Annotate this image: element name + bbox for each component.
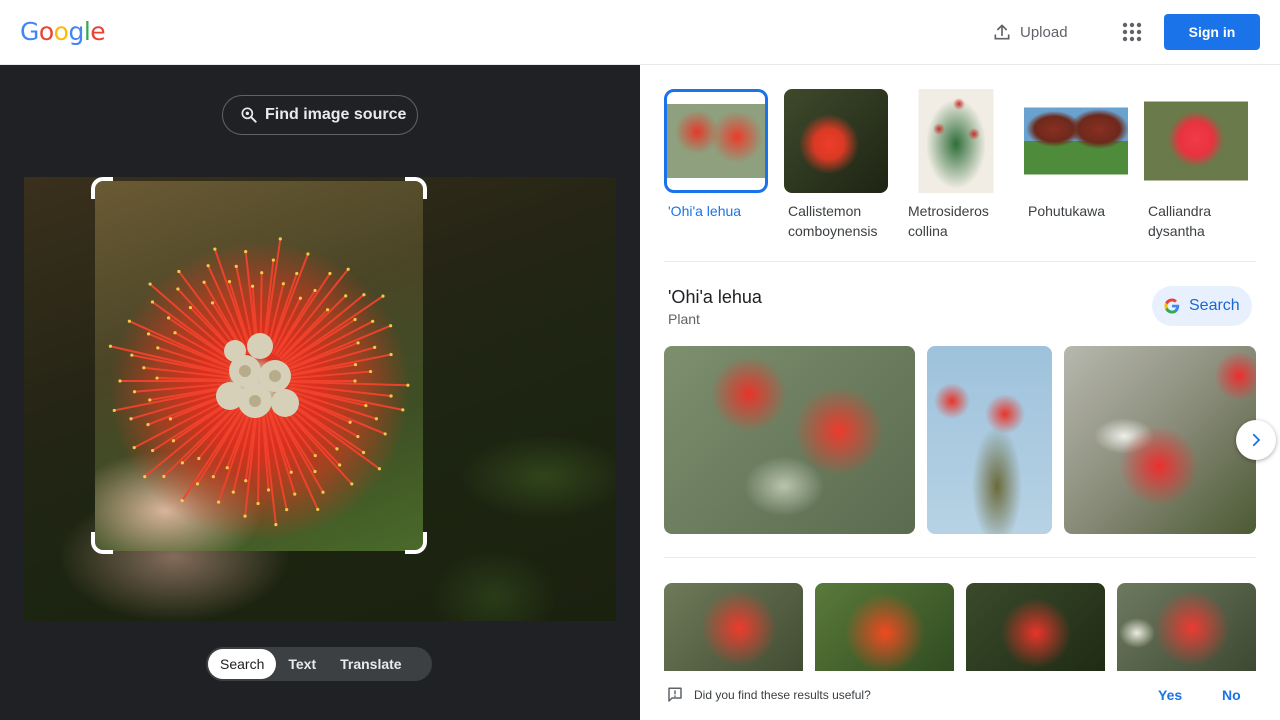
entity-label: 'Ohi'a lehua [668,203,742,219]
entity-thumbnail [664,89,768,193]
uploaded-photo[interactable] [24,177,616,621]
result-image[interactable] [1117,583,1256,683]
result-image[interactable] [664,583,803,683]
find-image-source-button[interactable]: Find image source [222,95,418,135]
upload-icon [994,24,1010,40]
top-header: Google Upload Sign in [0,0,1280,65]
crop-handle-top-left[interactable] [91,177,113,199]
section-divider [664,261,1256,262]
mode-translate-tab[interactable]: Translate [328,649,413,679]
apps-grid-icon[interactable] [1120,20,1144,44]
result-image[interactable] [966,583,1105,683]
knowledge-search-button[interactable]: Search [1152,286,1252,326]
entity-metrosideros-collina[interactable]: Metrosideros collina [904,89,1008,241]
results-pane: 'Ohi'a lehua Callistemon comboynensis Me… [640,65,1280,720]
knowledge-title: 'Ohi'a lehua [668,287,762,307]
entity-callistemon-comboynensis[interactable]: Callistemon comboynensis [784,89,888,241]
google-logo[interactable]: Google [20,17,106,46]
find-image-source-label: Find image source [265,106,407,123]
lens-search-icon [241,107,257,123]
carousel-next-button[interactable] [1236,420,1276,460]
mode-search-tab[interactable]: Search [208,649,277,679]
logo-letter: e [90,17,106,46]
crop-handle-bottom-left[interactable] [91,532,113,554]
entity-calliandra-dysantha[interactable]: Calliandra dysantha [1144,89,1248,241]
entity-label: Callistemon comboynensis [788,203,878,239]
crop-handle-top-right[interactable] [405,177,427,199]
logo-letter: o [53,17,69,46]
flower-image [108,237,410,527]
feedback-yes-button[interactable]: Yes [1158,687,1182,703]
sign-in-button[interactable]: Sign in [1164,14,1260,50]
google-g-icon [1164,298,1180,314]
result-image[interactable] [1064,346,1256,534]
lens-mode-switcher: Search Text Translate [206,647,432,681]
logo-letter: o [38,17,54,46]
feedback-icon [668,687,682,702]
selection-region[interactable] [95,181,423,551]
entity-ohia-lehua[interactable]: 'Ohi'a lehua [664,89,768,221]
entity-thumbnail [904,89,1008,193]
result-image[interactable] [815,583,954,683]
entity-label: Calliandra dysantha [1148,203,1212,239]
entity-label: Pohutukawa [1028,203,1106,219]
entity-thumbnail [784,89,888,193]
feedback-bar: Did you find these results useful? Yes N… [640,671,1280,720]
mode-text-tab[interactable]: Text [276,649,328,679]
feedback-question: Did you find these results useful? [694,688,871,702]
lens-image-pane: Find image source Search Text Translate [0,65,640,720]
entity-label: Metrosideros collina [908,203,989,239]
chevron-right-icon [1252,433,1261,447]
logo-letter: g [68,17,84,46]
feedback-no-button[interactable]: No [1222,687,1241,703]
entity-pohutukawa[interactable]: Pohutukawa [1024,89,1128,221]
result-image[interactable] [664,346,915,534]
upload-label: Upload [1020,23,1068,41]
entity-chips-row: 'Ohi'a lehua Callistemon comboynensis Me… [664,89,1256,249]
knowledge-search-label: Search [1189,297,1240,314]
entity-thumbnail [1144,89,1248,193]
knowledge-subtitle: Plant [668,311,700,327]
section-divider [664,557,1256,558]
result-image[interactable] [927,346,1052,534]
upload-button[interactable]: Upload [992,20,1068,44]
entity-thumbnail [1024,89,1128,193]
logo-letter: G [20,17,39,46]
